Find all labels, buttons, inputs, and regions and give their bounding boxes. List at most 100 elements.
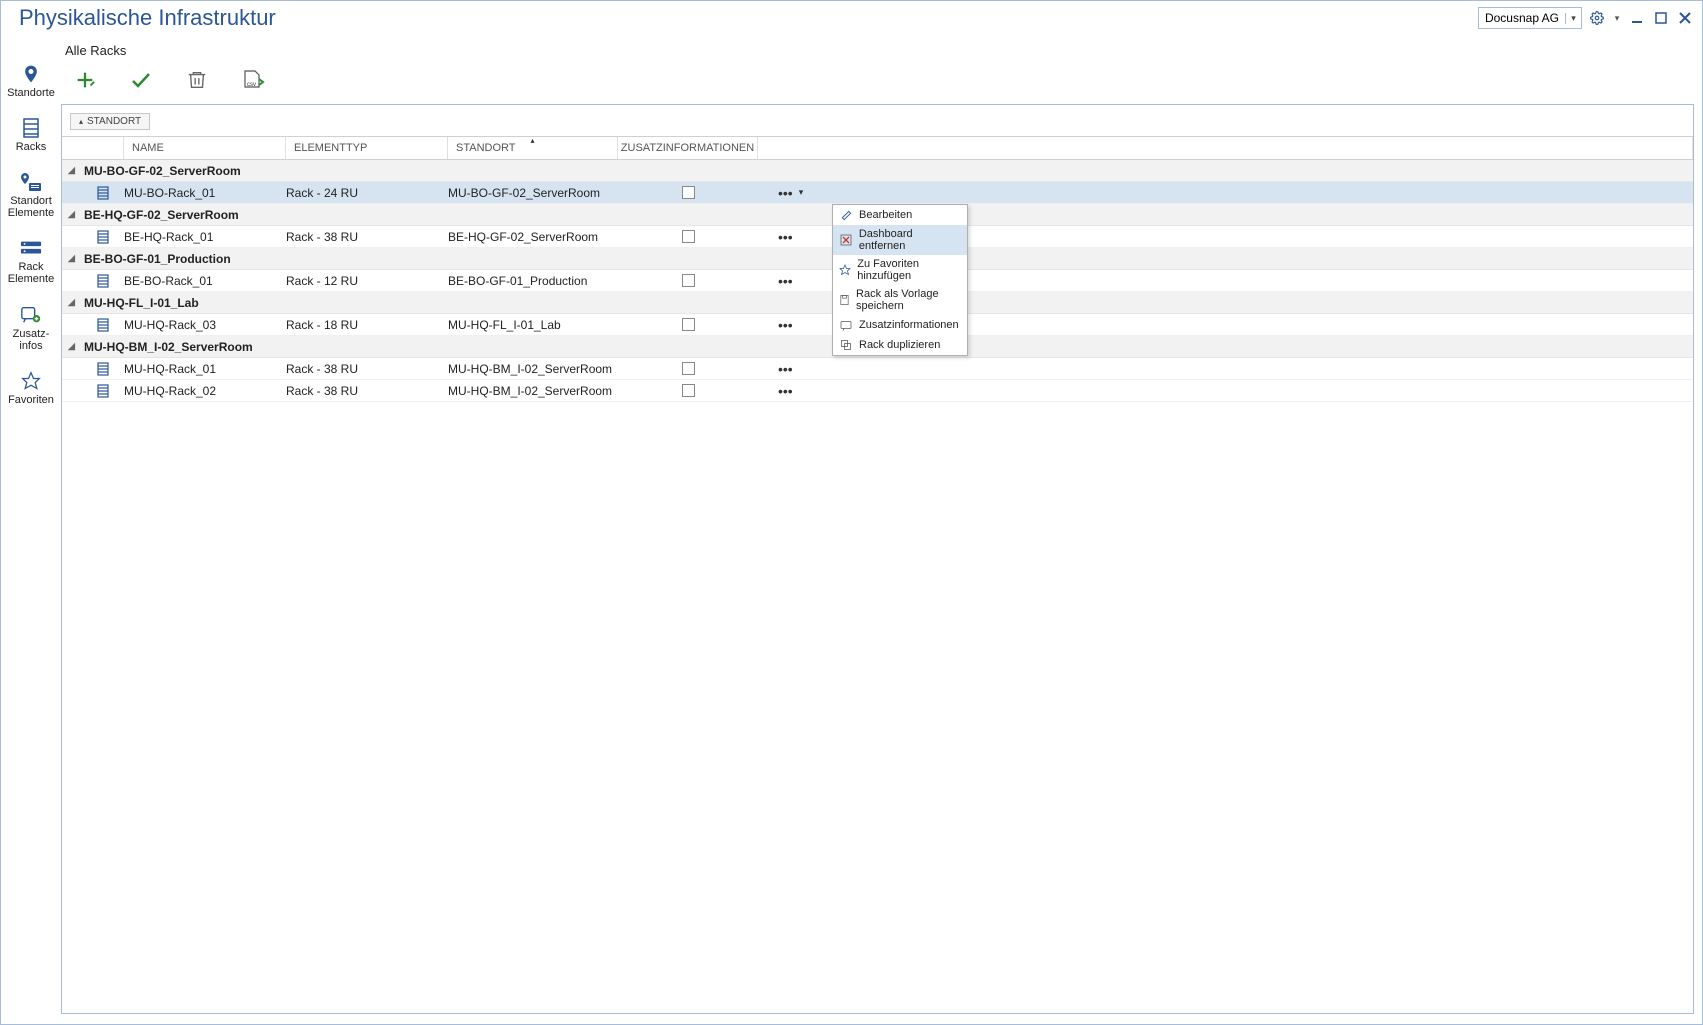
cell-extra bbox=[618, 362, 758, 375]
table-row[interactable]: MU-HQ-Rack_02Rack - 38 RUMU-HQ-BM_I-02_S… bbox=[62, 380, 1693, 402]
standort-elemente-icon bbox=[17, 171, 45, 193]
triangle-up-icon: ▴ bbox=[79, 117, 83, 126]
cell-location: MU-BO-GF-02_ServerRoom bbox=[448, 186, 618, 200]
table-row[interactable]: MU-HQ-Rack_01Rack - 38 RUMU-HQ-BM_I-02_S… bbox=[62, 358, 1693, 380]
ctx-extra-info[interactable]: Zusatzinformationen bbox=[833, 315, 967, 335]
cell-extra bbox=[618, 384, 758, 397]
data-grid: ▴ STANDORT NAME ELEMENTTYP STANDORT▴ ZUS… bbox=[61, 104, 1694, 1014]
header-location[interactable]: STANDORT▴ bbox=[448, 137, 618, 159]
sidebar-item-racks[interactable]: Racks bbox=[1, 117, 61, 153]
header-name[interactable]: NAME bbox=[124, 137, 286, 159]
favorite-add-icon bbox=[839, 263, 851, 277]
org-name: Docusnap AG bbox=[1479, 11, 1565, 25]
zusatz-infos-icon bbox=[17, 304, 45, 326]
sidebar-item-label: Zusatz- infos bbox=[13, 328, 50, 352]
cell-extra bbox=[618, 230, 758, 243]
ctx-dashboard-remove[interactable]: Dashboard entfernen bbox=[833, 225, 967, 255]
minimize-icon[interactable] bbox=[1628, 9, 1646, 27]
header-type[interactable]: ELEMENTTYP bbox=[286, 137, 448, 159]
header-spacer bbox=[62, 137, 124, 159]
org-selector[interactable]: Docusnap AG ▾ bbox=[1478, 7, 1582, 29]
standorte-icon bbox=[17, 63, 45, 85]
cell-actions: ••• bbox=[758, 361, 1693, 377]
rack-icon bbox=[96, 362, 110, 376]
maximize-icon[interactable] bbox=[1652, 9, 1670, 27]
sidebar-item-label: Standort Elemente bbox=[8, 195, 54, 219]
cell-location: BE-BO-GF-01_Production bbox=[448, 274, 618, 288]
sidebar-item-label: Rack Elemente bbox=[8, 261, 54, 285]
collapse-icon[interactable]: ◢ bbox=[68, 297, 78, 308]
ctx-label: Zusatzinformationen bbox=[859, 319, 959, 331]
collapse-icon[interactable]: ◢ bbox=[68, 341, 78, 352]
collapse-icon[interactable]: ◢ bbox=[68, 165, 78, 176]
sidebar-item-label: Favoriten bbox=[8, 394, 54, 406]
table-row[interactable]: MU-BO-Rack_01Rack - 24 RUMU-BO-GF-02_Ser… bbox=[62, 182, 1693, 204]
rack-icon bbox=[96, 274, 110, 288]
checkbox[interactable] bbox=[682, 318, 695, 331]
cell-extra bbox=[618, 274, 758, 287]
app-title: Physikalische Infrastruktur bbox=[9, 5, 1478, 31]
chevron-down-icon: ▾ bbox=[1565, 13, 1581, 24]
sort-asc-icon: ▴ bbox=[530, 136, 534, 145]
ctx-save-template[interactable]: Rack als Vorlage speichern bbox=[833, 285, 967, 315]
confirm-button[interactable] bbox=[127, 66, 155, 94]
collapse-icon[interactable]: ◢ bbox=[68, 209, 78, 220]
ctx-duplicate[interactable]: Rack duplizieren bbox=[833, 335, 967, 355]
checkbox[interactable] bbox=[682, 362, 695, 375]
rack-icon bbox=[96, 384, 110, 398]
cell-location: MU-HQ-BM_I-02_ServerRoom bbox=[448, 384, 618, 398]
rack-icon bbox=[96, 318, 110, 332]
row-actions-button[interactable]: ••• bbox=[758, 273, 793, 289]
cell-name: MU-HQ-Rack_03 bbox=[124, 318, 286, 332]
racks-icon bbox=[17, 117, 45, 139]
cell-type: Rack - 24 RU bbox=[286, 186, 448, 200]
section-title: Alle Racks bbox=[61, 35, 1694, 64]
sidebar: Standorte Racks Standort Elemente Rack Elem… bbox=[1, 35, 61, 1024]
edit-icon bbox=[839, 208, 853, 222]
gear-icon[interactable] bbox=[1588, 9, 1606, 27]
ctx-edit[interactable]: Bearbeiten bbox=[833, 205, 967, 225]
row-actions-button[interactable]: ••• bbox=[758, 383, 793, 399]
group-name: BE-BO-GF-01_Production bbox=[84, 252, 231, 266]
gear-dropdown-icon[interactable]: ▾ bbox=[1612, 9, 1622, 27]
group-row[interactable]: ◢MU-BO-GF-02_ServerRoom bbox=[62, 160, 1693, 182]
cell-name: BE-HQ-Rack_01 bbox=[124, 230, 286, 244]
group-name: BE-HQ-GF-02_ServerRoom bbox=[84, 208, 239, 222]
sidebar-item-label: Standorte bbox=[7, 87, 55, 99]
row-actions-button[interactable]: ••• bbox=[758, 317, 793, 333]
chevron-down-icon: ▾ bbox=[799, 187, 804, 198]
cell-extra bbox=[618, 186, 758, 199]
sidebar-item-standorte[interactable]: Standorte bbox=[1, 63, 61, 99]
add-button[interactable] bbox=[71, 66, 99, 94]
cell-location: MU-HQ-BM_I-02_ServerRoom bbox=[448, 362, 618, 376]
ctx-favorite-add[interactable]: Zu Favoriten hinzufügen bbox=[833, 255, 967, 285]
row-actions-button[interactable]: ••• bbox=[758, 361, 793, 377]
favoriten-icon bbox=[17, 370, 45, 392]
sidebar-item-favoriten[interactable]: Favoriten bbox=[1, 370, 61, 406]
cell-actions: ••• bbox=[758, 383, 1693, 399]
dashboard-remove-icon bbox=[839, 233, 853, 247]
group-chip-label: STANDORT bbox=[87, 116, 141, 127]
checkbox[interactable] bbox=[682, 384, 695, 397]
checkbox[interactable] bbox=[682, 274, 695, 287]
close-icon[interactable] bbox=[1676, 9, 1694, 27]
row-actions-button[interactable]: ••• bbox=[758, 229, 793, 245]
cell-name: MU-HQ-Rack_02 bbox=[124, 384, 286, 398]
sidebar-item-rack-elemente[interactable]: Rack Elemente bbox=[1, 237, 61, 285]
rack-icon bbox=[96, 186, 110, 200]
collapse-icon[interactable]: ◢ bbox=[68, 253, 78, 264]
checkbox[interactable] bbox=[682, 230, 695, 243]
cell-actions: ••• ▾ bbox=[758, 185, 1693, 201]
cell-type: Rack - 18 RU bbox=[286, 318, 448, 332]
delete-button[interactable] bbox=[183, 66, 211, 94]
group-chip-standort[interactable]: ▴ STANDORT bbox=[70, 113, 150, 130]
sidebar-item-zusatz-infos[interactable]: Zusatz- infos bbox=[1, 304, 61, 352]
row-actions-button[interactable]: ••• ▾ bbox=[758, 185, 803, 201]
checkbox[interactable] bbox=[682, 186, 695, 199]
csv-export-button[interactable]: csv bbox=[239, 66, 267, 94]
cell-type: Rack - 38 RU bbox=[286, 362, 448, 376]
group-name: MU-HQ-FL_I-01_Lab bbox=[84, 296, 199, 310]
header-extra[interactable]: ZUSATZINFORMATIONEN bbox=[618, 137, 758, 159]
cell-extra bbox=[618, 318, 758, 331]
sidebar-item-standort-elemente[interactable]: Standort Elemente bbox=[1, 171, 61, 219]
